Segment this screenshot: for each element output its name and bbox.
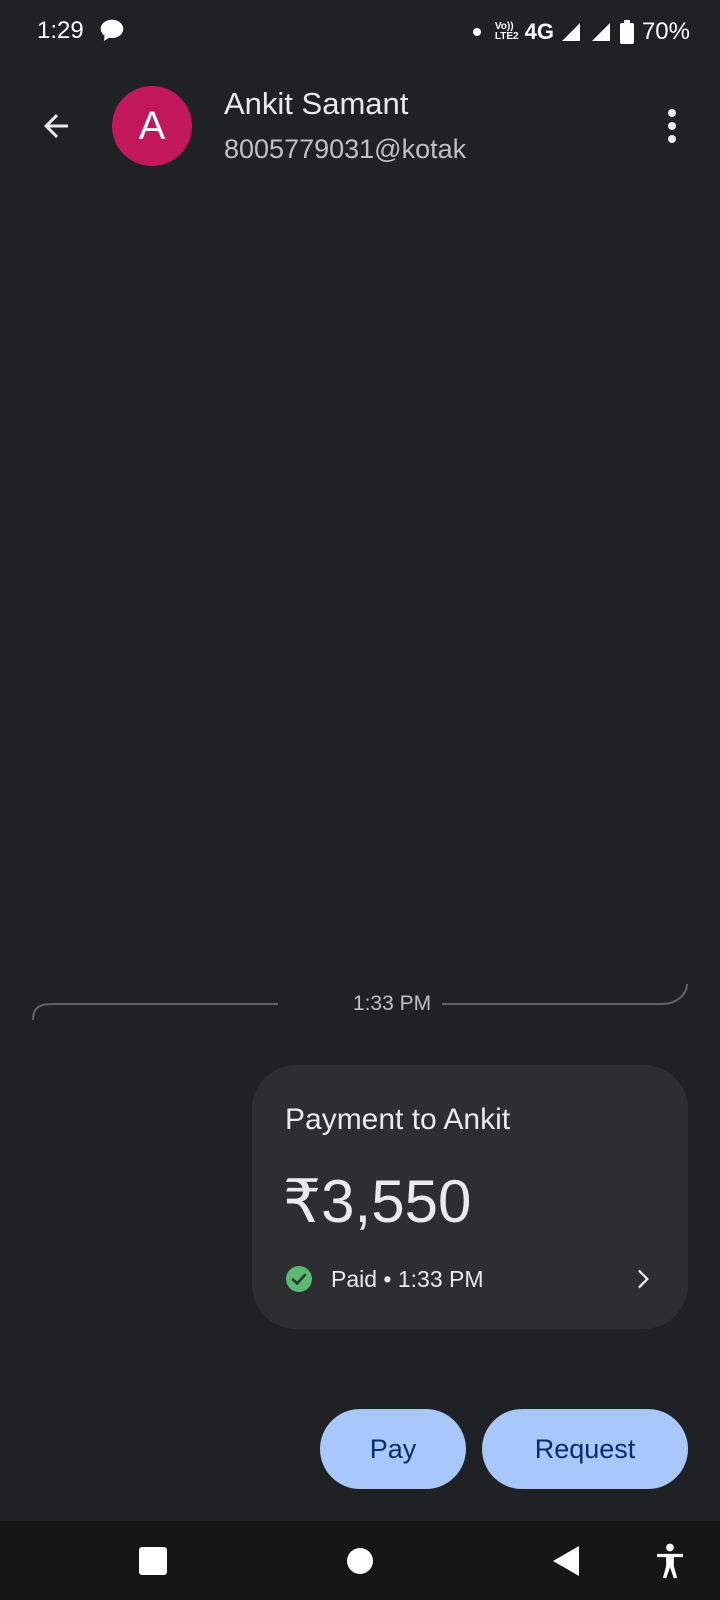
home-circle-icon bbox=[347, 1548, 373, 1574]
contact-name[interactable]: Ankit Samant bbox=[224, 86, 408, 122]
more-vert-icon-dot bbox=[668, 122, 676, 130]
pay-button[interactable]: Pay bbox=[320, 1409, 466, 1489]
payment-title: Payment to Ankit bbox=[285, 1103, 511, 1136]
payment-details-button[interactable] bbox=[626, 1263, 658, 1295]
thread-timestamp: 1:33 PM bbox=[352, 992, 432, 1015]
navigation-bar bbox=[0, 1521, 720, 1600]
back-nav-button[interactable] bbox=[544, 1539, 588, 1583]
message-icon bbox=[100, 19, 124, 41]
signal-icon bbox=[561, 23, 580, 41]
payment-status: Paid • 1:33 PM bbox=[331, 1265, 484, 1292]
timestamp-divider: 1:33 PM bbox=[32, 982, 688, 1026]
check-circle-icon bbox=[286, 1266, 312, 1292]
accessibility-icon bbox=[657, 1543, 683, 1579]
back-triangle-icon bbox=[553, 1546, 579, 1576]
status-icons: Vo)) LTE2 4G 70% bbox=[472, 14, 690, 50]
back-button[interactable] bbox=[32, 102, 80, 150]
arrow-back-icon bbox=[44, 114, 68, 138]
recents-square-icon bbox=[139, 1547, 167, 1575]
home-button[interactable] bbox=[338, 1539, 382, 1583]
recents-button[interactable] bbox=[131, 1539, 175, 1583]
chevron-right-icon bbox=[638, 1269, 649, 1289]
more-vert-icon-dot bbox=[668, 135, 676, 143]
avatar[interactable]: A bbox=[112, 86, 192, 166]
accessibility-button[interactable] bbox=[648, 1539, 692, 1583]
more-vert-icon bbox=[668, 109, 676, 117]
payment-status-row: Paid • 1:33 PM bbox=[285, 1263, 484, 1295]
request-button[interactable]: Request bbox=[482, 1409, 688, 1489]
contact-upi-id[interactable]: 8005779031@kotak bbox=[224, 134, 466, 165]
status-time: 1:29 bbox=[37, 17, 84, 44]
payment-amount: ₹3,550 bbox=[283, 1168, 472, 1235]
volte-bottom-text: LTE2 bbox=[494, 31, 519, 42]
more-options-button[interactable] bbox=[650, 104, 694, 148]
signal-icon bbox=[591, 23, 610, 41]
screen: 1:29 Vo)) LTE2 4G 70% A Ankit Samant 800… bbox=[0, 0, 720, 1600]
battery-icon bbox=[619, 20, 634, 44]
dot-icon bbox=[472, 28, 481, 36]
payment-card[interactable]: Payment to Ankit ₹3,550 Paid • 1:33 PM bbox=[252, 1065, 688, 1329]
battery-percent: 70% bbox=[641, 18, 690, 45]
network-type: 4G bbox=[524, 19, 554, 44]
volte-icon: Vo)) LTE2 bbox=[495, 22, 519, 42]
status-bar: 1:29 Vo)) LTE2 4G 70% bbox=[0, 0, 720, 66]
chat-header: A Ankit Samant 8005779031@kotak bbox=[0, 84, 720, 166]
